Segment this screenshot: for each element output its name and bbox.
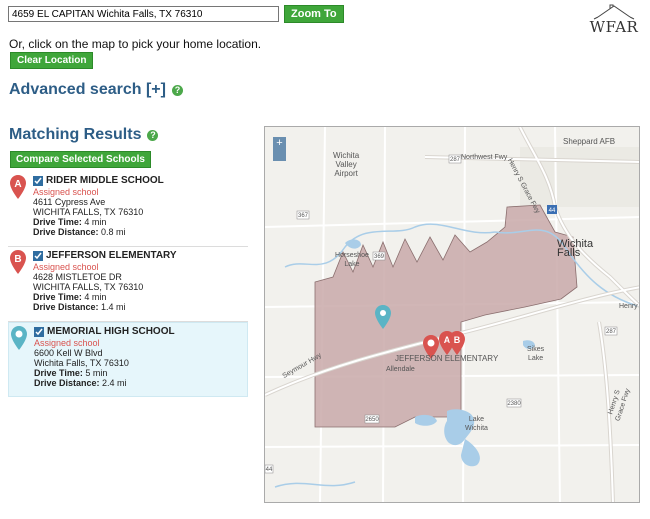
result-item-memorial[interactable]: MEMORIAL HIGH SCHOOL Assigned school 660…	[8, 322, 248, 397]
label-lake-wichita: Lake Wichita	[465, 416, 488, 432]
help-icon[interactable]: ?	[171, 84, 183, 96]
map-zoom-control[interactable]: +	[273, 137, 286, 161]
pin-letter: B	[454, 335, 461, 345]
select-checkbox[interactable]	[33, 250, 43, 261]
map-pin-a-icon: A	[10, 175, 26, 199]
pin-letter: B	[14, 254, 21, 265]
assigned-label: Assigned school	[33, 187, 99, 197]
result-item-rider[interactable]: A RIDER MIDDLE SCHOOL Assigned school 46…	[8, 172, 248, 247]
search-row: Zoom To	[8, 5, 344, 23]
pick-location-text: Or, click on the map to pick your home l…	[9, 37, 262, 51]
drive-distance: Drive Distance: 0.8 mi	[33, 227, 126, 237]
result-item-jefferson[interactable]: B JEFFERSON ELEMENTARY Assigned school 4…	[8, 247, 248, 322]
school-address-line1: 6600 Kell W Blvd	[34, 348, 103, 358]
clear-location-button[interactable]: Clear Location	[10, 52, 94, 69]
school-address-line2: Wichita Falls, TX 76310	[34, 358, 129, 368]
label-northwest-fwy: Northwest Fwy	[461, 154, 508, 161]
advanced-search-toggle[interactable]: Advanced search [+] ?	[9, 81, 183, 99]
assigned-label: Assigned school	[33, 262, 99, 272]
label-allendale: Allendale	[386, 366, 415, 373]
map-pin-teal-icon	[11, 326, 27, 350]
label-horseshoe-lake: Horseshoe Lake	[335, 252, 369, 268]
results-list: A RIDER MIDDLE SCHOOL Assigned school 46…	[8, 172, 248, 397]
map-base[interactable]: A B 287 367 369 2380 2650 287 44 44	[265, 127, 640, 503]
route-287-right: 287	[606, 329, 617, 335]
label-wichita-valley-airport: Wichita Valley Airport	[333, 151, 360, 178]
school-name[interactable]: RIDER MIDDLE SCHOOL	[46, 175, 164, 186]
drive-time: Drive Time: 4 min	[33, 292, 107, 302]
route-i44: 44	[549, 208, 556, 214]
pin-letter: A	[14, 179, 21, 190]
school-address-line2: WICHITA FALLS, TX 76310	[33, 207, 144, 217]
wfar-logo: WFAR	[584, 3, 644, 39]
label-wichita-falls: Wichita Falls	[557, 238, 594, 259]
route-367: 367	[298, 213, 309, 219]
route-287-top: 287	[450, 157, 461, 163]
zoom-in-button[interactable]: +	[273, 137, 286, 149]
label-sikes-lake: Sikes Lake	[527, 346, 545, 362]
map-canvas[interactable]: A B 287 367 369 2380 2650 287 44 44 + Wi…	[264, 126, 640, 503]
drive-distance: Drive Distance: 1.4 mi	[33, 302, 126, 312]
select-checkbox[interactable]	[33, 175, 43, 186]
label-henry: Henry	[619, 303, 638, 310]
matching-results-heading: Matching Results ?	[9, 126, 159, 144]
route-2380: 2380	[507, 401, 521, 407]
route-44: 44	[266, 467, 273, 473]
school-name[interactable]: JEFFERSON ELEMENTARY	[46, 250, 177, 261]
drive-distance: Drive Distance: 2.4 mi	[34, 378, 127, 388]
label-jefferson-elementary: JEFFERSON ELEMENTARY	[395, 354, 499, 363]
school-name[interactable]: MEMORIAL HIGH SCHOOL	[47, 326, 175, 337]
select-checkbox[interactable]	[34, 326, 44, 337]
zoom-to-button[interactable]: Zoom To	[284, 5, 344, 23]
help-icon[interactable]: ?	[147, 129, 159, 141]
logo-text: WFAR	[589, 18, 639, 36]
map-pin-b-icon: B	[10, 250, 26, 274]
matching-results-title: Matching Results	[9, 126, 142, 143]
drive-time: Drive Time: 5 min	[34, 368, 108, 378]
compare-selected-schools-button[interactable]: Compare Selected Schools	[10, 151, 151, 168]
drive-time: Drive Time: 4 min	[33, 217, 107, 227]
address-input[interactable]	[8, 6, 279, 22]
label-sheppard-afb: Sheppard AFB	[563, 137, 616, 146]
advanced-search-title[interactable]: Advanced search [+]	[9, 81, 166, 99]
route-2650: 2650	[365, 417, 379, 423]
route-369: 369	[374, 254, 385, 260]
school-address-line2: WICHITA FALLS, TX 76310	[33, 282, 144, 292]
school-address-line1: 4611 Cypress Ave	[33, 197, 106, 207]
school-address-line1: 4628 MISTLETOE DR	[33, 272, 122, 282]
assigned-label: Assigned school	[34, 338, 100, 348]
